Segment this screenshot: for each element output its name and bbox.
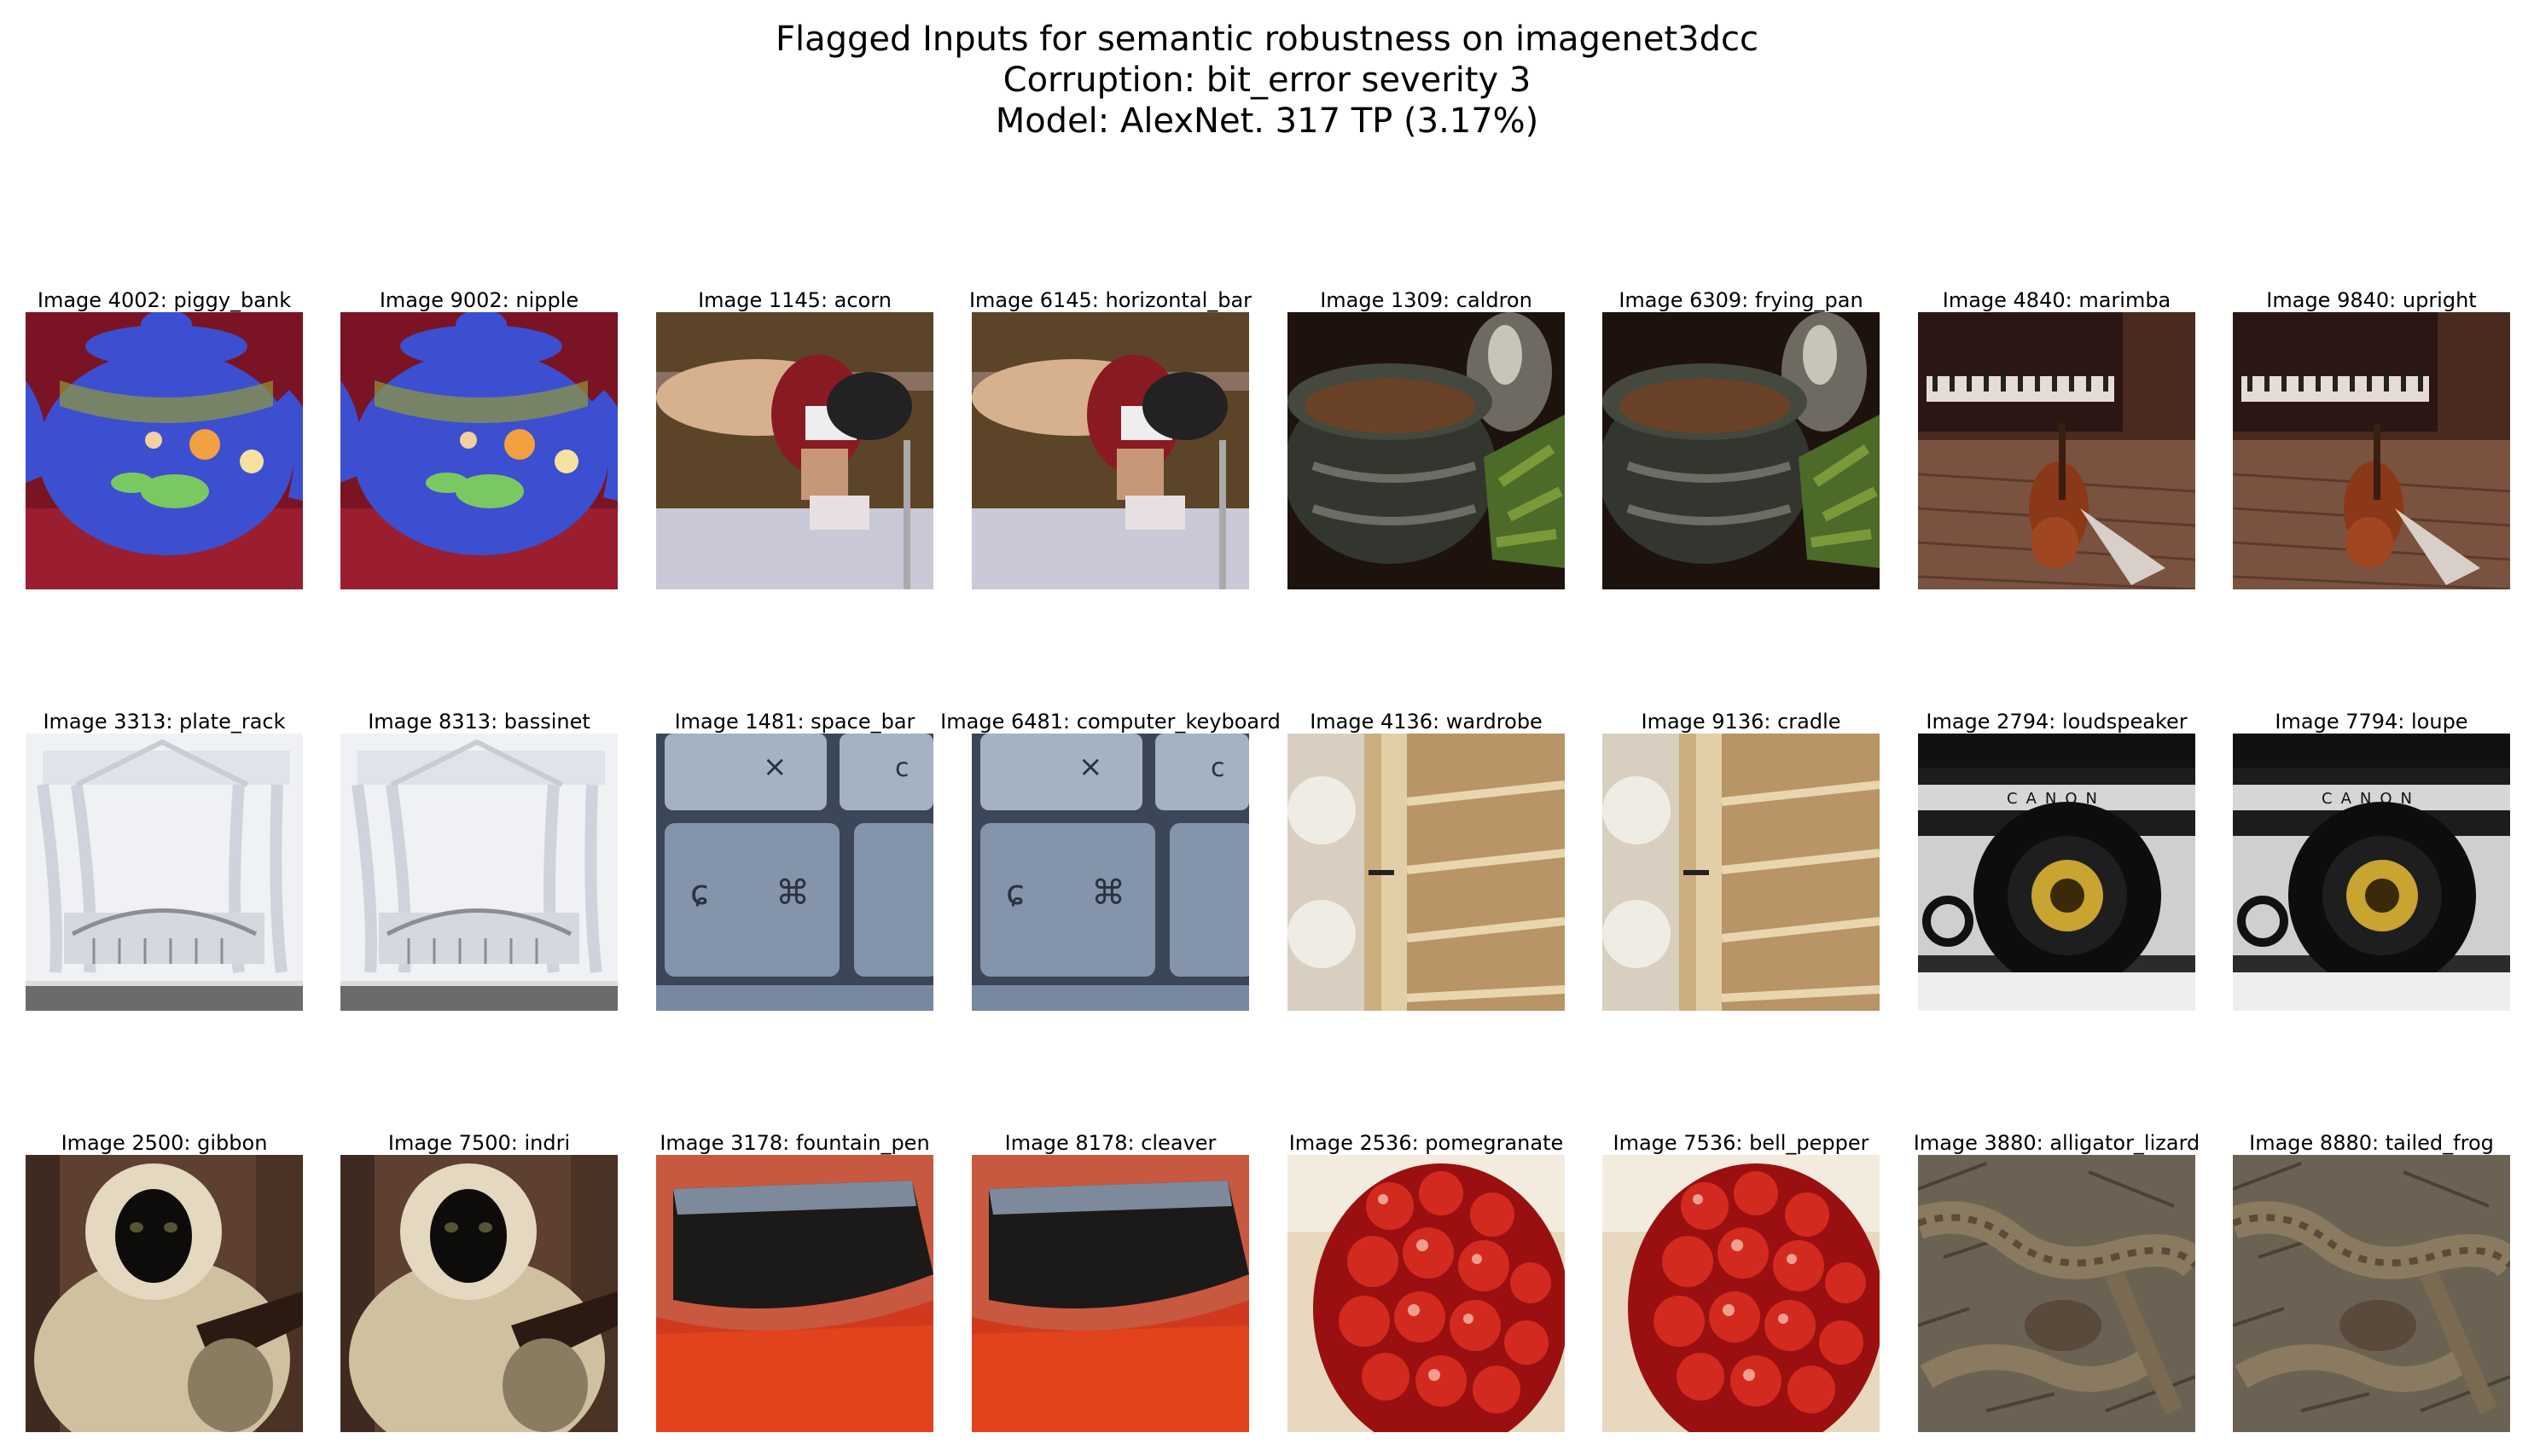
image-caption: Image 6145: horizontal_bar xyxy=(968,288,1252,312)
image-thumbnail-pomegranate xyxy=(1602,1155,1880,1432)
image-thumbnail-pen xyxy=(972,1155,1249,1432)
title-line-2: Corruption: bit_error severity 3 xyxy=(1003,61,1531,100)
svg-text:⌘: ⌘ xyxy=(1091,873,1125,913)
image-caption: Image 1145: acorn xyxy=(698,288,892,312)
image-thumbnail-teapot xyxy=(26,312,303,589)
image-thumbnail-pomegranate xyxy=(1287,1155,1565,1432)
image-caption: Image 3880: alligator_lizard xyxy=(1913,1131,2200,1155)
image-caption: Image 6309: frying_pan xyxy=(1619,288,1863,312)
image-thumbnail-shelves xyxy=(1602,734,1880,1011)
image-caption: Image 9136: cradle xyxy=(1641,710,1841,734)
image-caption: Image 3313: plate_rack xyxy=(43,710,286,734)
image-caption: Image 3178: fountain_pen xyxy=(660,1131,930,1155)
image-caption: Image 8313: bassinet xyxy=(368,710,590,734)
svg-text:×: × xyxy=(1078,750,1103,784)
image-thumbnail-canopy-bed xyxy=(340,734,618,1011)
image-caption: Image 4840: marimba xyxy=(1942,288,2171,312)
svg-text:c: c xyxy=(1211,753,1225,783)
image-caption: Image 9840: upright xyxy=(2266,288,2477,312)
image-thumbnail-violin xyxy=(1918,312,2195,589)
image-caption: Image 4002: piggy_bank xyxy=(37,288,292,312)
image-thumbnail-pen xyxy=(656,1155,933,1432)
image-thumbnail-keyboard: × c ɕ ⌘ xyxy=(656,734,933,1011)
image-thumbnail-monkey xyxy=(26,1155,303,1432)
image-caption: Image 1309: caldron xyxy=(1320,288,1532,312)
image-thumbnail-lizard xyxy=(1918,1155,2195,1432)
svg-text:ɕ: ɕ xyxy=(1006,873,1025,913)
figure-title: Flagged Inputs for semantic robustness o… xyxy=(0,19,2534,142)
svg-text:c: c xyxy=(895,753,910,783)
image-thumbnail-canopy-bed xyxy=(26,734,303,1011)
image-caption: Image 9002: nipple xyxy=(379,288,579,312)
title-line-3: Model: AlexNet. 317 TP (3.17%) xyxy=(995,102,1539,141)
image-caption: Image 8178: cleaver xyxy=(1004,1131,1217,1155)
image-thumbnail-camera: CANON xyxy=(1918,734,2195,1011)
title-line-1: Flagged Inputs for semantic robustness o… xyxy=(775,20,1758,59)
image-thumbnail-monkey xyxy=(340,1155,618,1432)
image-caption: Image 7794: loupe xyxy=(2275,710,2468,734)
image-caption: Image 1481: space_bar xyxy=(674,710,915,734)
image-thumbnail-shelves xyxy=(1287,734,1565,1011)
image-caption: Image 6481: computer_keyboard xyxy=(940,710,1281,734)
image-thumbnail-pot xyxy=(1602,312,1880,589)
image-caption: Image 7536: bell_pepper xyxy=(1613,1131,1869,1155)
image-caption: Image 8880: tailed_frog xyxy=(2249,1131,2494,1155)
image-thumbnail-teapot xyxy=(340,312,618,589)
svg-text:×: × xyxy=(763,750,788,784)
image-thumbnail-lizard xyxy=(2233,1155,2510,1432)
image-thumbnail-camera: CANON xyxy=(2233,734,2510,1011)
image-thumbnail-gymnast xyxy=(972,312,1249,589)
image-caption: Image 2500: gibbon xyxy=(61,1131,268,1155)
image-thumbnail-pot xyxy=(1287,312,1565,589)
image-thumbnail-gymnast xyxy=(656,312,933,589)
image-caption: Image 2536: pomegranate xyxy=(1288,1131,1564,1155)
svg-text:ɕ: ɕ xyxy=(690,873,709,913)
image-thumbnail-keyboard: × c ɕ ⌘ xyxy=(972,734,1249,1011)
image-thumbnail-violin xyxy=(2233,312,2510,589)
image-caption: Image 2794: loudspeaker xyxy=(1926,710,2188,734)
image-caption: Image 7500: indri xyxy=(387,1131,571,1155)
svg-text:⌘: ⌘ xyxy=(776,873,810,913)
image-caption: Image 4136: wardrobe xyxy=(1310,710,1543,734)
